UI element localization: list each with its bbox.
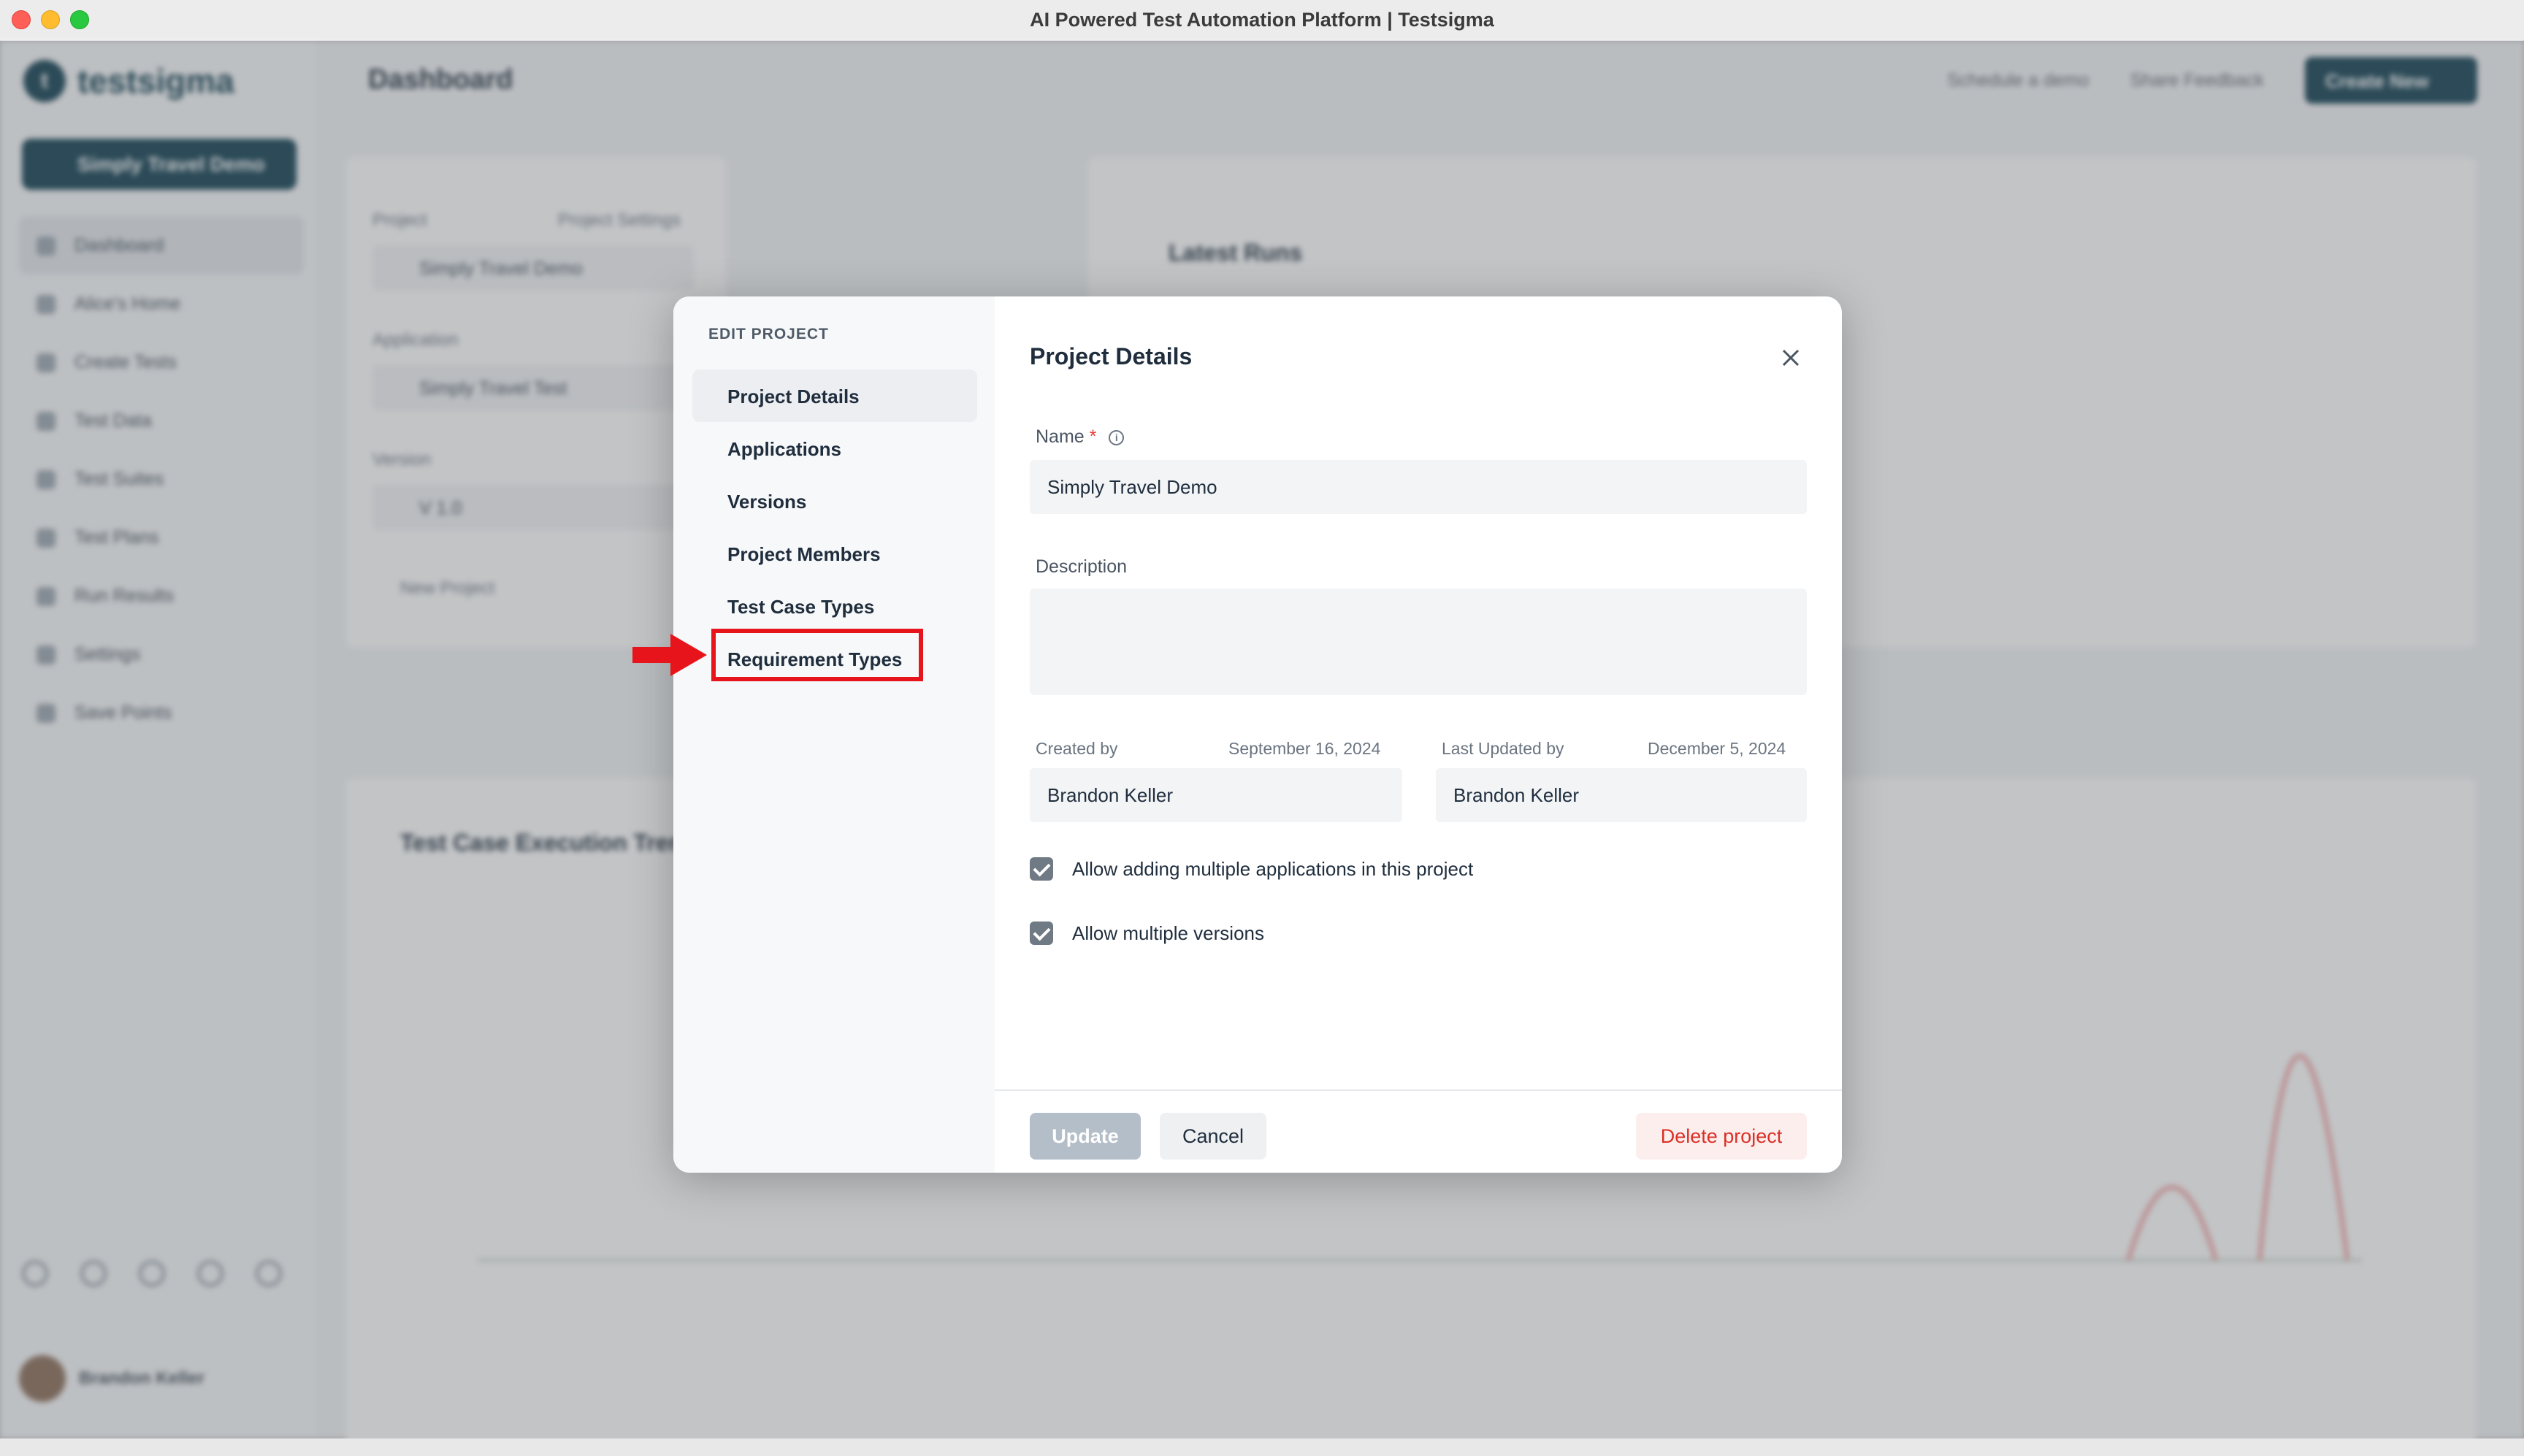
window-bottom-edge xyxy=(0,1438,2524,1456)
highlight-box xyxy=(711,629,923,681)
window-title: AI Powered Test Automation Platform | Te… xyxy=(1030,9,1494,31)
description-label: Description xyxy=(1036,556,1128,577)
name-field-label: Name * i xyxy=(1036,426,1125,448)
modal-nav-versions[interactable]: Versions xyxy=(692,475,977,527)
modal-content: Project Details Name * i Simply Travel D… xyxy=(995,296,1842,1173)
modal-sidebar: EDIT PROJECT Project Details Application… xyxy=(673,296,995,1173)
multi-versions-label: Allow multiple versions xyxy=(1072,922,1264,944)
multi-versions-option[interactable]: Allow multiple versions xyxy=(1030,922,1264,945)
arrow-right-icon xyxy=(632,634,707,676)
modal-nav-test-case-types[interactable]: Test Case Types xyxy=(692,580,977,632)
update-button[interactable]: Update xyxy=(1030,1113,1141,1160)
multi-versions-checkbox[interactable] xyxy=(1030,922,1053,945)
description-textarea[interactable] xyxy=(1030,589,1807,695)
updated-date: December 5, 2024 xyxy=(1648,739,1786,758)
cancel-button[interactable]: Cancel xyxy=(1160,1113,1266,1160)
multi-apps-label: Allow adding multiple applications in th… xyxy=(1072,857,1474,880)
modal-nav-project-details[interactable]: Project Details xyxy=(692,369,977,422)
created-date: September 16, 2024 xyxy=(1228,739,1381,758)
modal-nav-project-members[interactable]: Project Members xyxy=(692,527,977,580)
modal-footer: Update Cancel Delete project xyxy=(995,1089,1842,1173)
required-mark: * xyxy=(1089,426,1097,447)
info-icon[interactable]: i xyxy=(1109,429,1125,445)
created-by-label: Created by xyxy=(1036,739,1118,758)
window-titlebar: AI Powered Test Automation Platform | Te… xyxy=(0,0,2524,41)
modal-title: Project Details xyxy=(1030,343,1193,369)
multi-apps-checkbox[interactable] xyxy=(1030,857,1053,881)
updated-by-field: Brandon Keller xyxy=(1436,768,1807,822)
name-input[interactable]: Simply Travel Demo xyxy=(1030,460,1807,514)
close-icon[interactable] xyxy=(1778,345,1804,371)
multi-apps-option[interactable]: Allow adding multiple applications in th… xyxy=(1030,857,1473,881)
created-by-field: Brandon Keller xyxy=(1030,768,1402,822)
delete-project-button[interactable]: Delete project xyxy=(1636,1113,1807,1160)
name-label-text: Name xyxy=(1036,426,1085,447)
modal-sidebar-title: EDIT PROJECT xyxy=(708,326,829,342)
edit-project-modal: EDIT PROJECT Project Details Application… xyxy=(673,296,1842,1173)
updated-by-label: Last Updated by xyxy=(1442,739,1564,758)
modal-nav-applications[interactable]: Applications xyxy=(692,422,977,475)
